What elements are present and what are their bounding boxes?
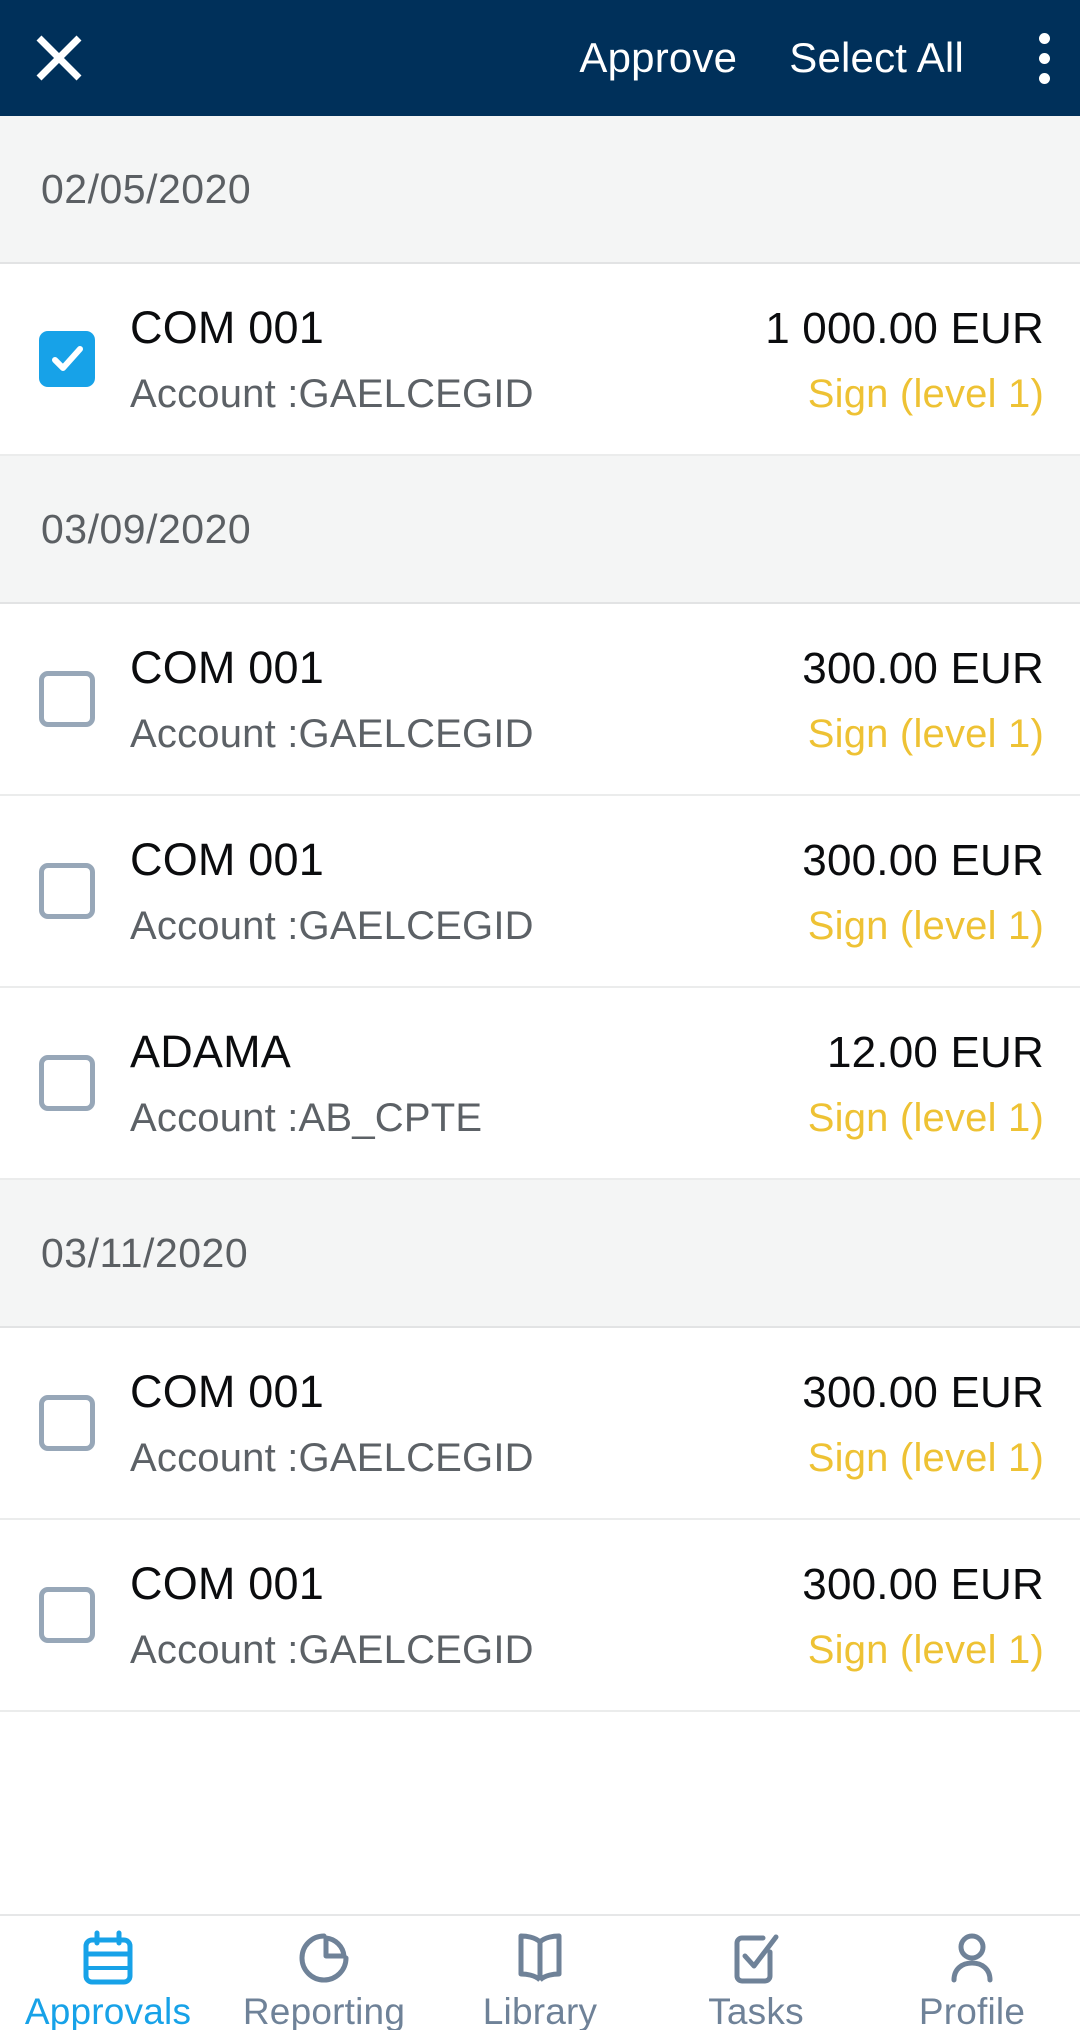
- row-secondary-line: Account :GAELCEGID Sign (level 1): [130, 372, 1044, 417]
- checkbox-unchecked[interactable]: [39, 1055, 95, 1111]
- row-account: Account :AB_CPTE: [130, 1095, 483, 1140]
- nav-label: Profile: [918, 1991, 1026, 2030]
- pie-chart-icon: [297, 1930, 351, 1986]
- row-amount: 300.00 EUR: [802, 1559, 1044, 1609]
- approval-row[interactable]: COM 001 1 000.00 EUR Account :GAELCEGID Sig…: [0, 264, 1080, 456]
- row-content: COM 001 300.00 EUR Account :GAELCEGID Sign …: [130, 1366, 1080, 1481]
- nav-item-approvals[interactable]: Approvals: [0, 1916, 216, 2030]
- more-vertical-icon: [1038, 32, 1050, 44]
- overflow-menu-button[interactable]: [1008, 0, 1080, 116]
- row-amount: 300.00 EUR: [802, 1367, 1044, 1417]
- row-checkbox-cell[interactable]: [0, 671, 130, 727]
- nav-item-reporting[interactable]: Reporting: [216, 1916, 432, 2030]
- nav-label: Library: [482, 1991, 598, 2030]
- row-content: COM 001 1 000.00 EUR Account :GAELCEGID Sig…: [130, 302, 1080, 417]
- calendar-icon: [81, 1930, 135, 1986]
- date-section-header: 03/11/2020: [0, 1180, 1080, 1328]
- row-title: COM 001: [130, 833, 324, 885]
- date-label: 03/09/2020: [41, 505, 252, 552]
- row-status-sign-level[interactable]: Sign (level 1): [808, 1628, 1044, 1673]
- row-checkbox-cell[interactable]: [0, 1587, 130, 1643]
- row-checkbox-cell[interactable]: [0, 863, 130, 919]
- row-primary-line: COM 001 300.00 EUR: [130, 642, 1044, 694]
- row-secondary-line: Account :GAELCEGID Sign (level 1): [130, 1628, 1044, 1673]
- row-secondary-line: Account :GAELCEGID Sign (level 1): [130, 1436, 1044, 1481]
- person-icon: [945, 1930, 999, 1986]
- row-amount: 1 000.00 EUR: [765, 303, 1044, 353]
- row-title: ADAMA: [130, 1025, 292, 1077]
- more-vertical-icon: [1038, 72, 1050, 84]
- row-title: COM 001: [130, 641, 324, 693]
- row-primary-line: COM 001 300.00 EUR: [130, 1558, 1044, 1610]
- bottom-navigation: Approvals Reporting Library Tasks Profile: [0, 1914, 1080, 2030]
- row-primary-line: COM 001 300.00 EUR: [130, 834, 1044, 886]
- date-label: 02/05/2020: [41, 165, 252, 212]
- approve-button[interactable]: Approve: [579, 34, 737, 82]
- row-secondary-line: Account :GAELCEGID Sign (level 1): [130, 712, 1044, 757]
- row-content: ADAMA 12.00 EUR Account :AB_CPTE Sign (leve…: [130, 1026, 1080, 1141]
- row-status-sign-level[interactable]: Sign (level 1): [808, 712, 1044, 757]
- checkbox-checked[interactable]: [39, 331, 95, 387]
- row-content: COM 001 300.00 EUR Account :GAELCEGID Sign …: [130, 642, 1080, 757]
- row-account: Account :GAELCEGID: [130, 371, 534, 416]
- row-content: COM 001 300.00 EUR Account :GAELCEGID Sign …: [130, 834, 1080, 949]
- row-primary-line: ADAMA 12.00 EUR: [130, 1026, 1044, 1078]
- row-status-sign-level[interactable]: Sign (level 1): [808, 1436, 1044, 1481]
- row-status-sign-level[interactable]: Sign (level 1): [808, 372, 1044, 417]
- approvals-screen: Approve Select All 02/05/2020 COM 001 1 00…: [0, 0, 1080, 2030]
- nav-item-library[interactable]: Library: [432, 1916, 648, 2030]
- row-title: COM 001: [130, 1365, 324, 1417]
- nav-label: Reporting: [242, 1991, 406, 2030]
- date-section-header: 02/05/2020: [0, 116, 1080, 264]
- row-checkbox-cell[interactable]: [0, 1395, 130, 1451]
- row-secondary-line: Account :GAELCEGID Sign (level 1): [130, 904, 1044, 949]
- row-primary-line: COM 001 1 000.00 EUR: [130, 302, 1044, 354]
- approval-row[interactable]: COM 001 300.00 EUR Account :GAELCEGID Sign …: [0, 796, 1080, 988]
- row-title: COM 001: [130, 301, 324, 353]
- select-all-button[interactable]: Select All: [789, 34, 964, 82]
- nav-label: Tasks: [708, 1991, 804, 2030]
- row-account: Account :GAELCEGID: [130, 1627, 534, 1672]
- row-account: Account :GAELCEGID: [130, 711, 534, 756]
- nav-item-profile[interactable]: Profile: [864, 1916, 1080, 2030]
- top-app-bar: Approve Select All: [0, 0, 1080, 116]
- nav-item-tasks[interactable]: Tasks: [648, 1916, 864, 2030]
- row-amount: 300.00 EUR: [802, 643, 1044, 693]
- row-status-sign-level[interactable]: Sign (level 1): [808, 904, 1044, 949]
- row-status-sign-level[interactable]: Sign (level 1): [808, 1096, 1044, 1141]
- row-checkbox-cell[interactable]: [0, 1055, 130, 1111]
- checkbox-unchecked[interactable]: [39, 863, 95, 919]
- row-amount: 300.00 EUR: [802, 835, 1044, 885]
- checklist-icon: [729, 1930, 783, 1986]
- close-button[interactable]: [0, 0, 118, 116]
- approval-list[interactable]: 02/05/2020 COM 001 1 000.00 EUR Account :GA…: [0, 116, 1080, 1914]
- nav-label: Approvals: [24, 1991, 192, 2030]
- date-label: 03/11/2020: [41, 1229, 249, 1276]
- approval-row[interactable]: ADAMA 12.00 EUR Account :AB_CPTE Sign (leve…: [0, 988, 1080, 1180]
- more-vertical-icon: [1038, 52, 1050, 64]
- checkbox-unchecked[interactable]: [39, 1587, 95, 1643]
- checkbox-unchecked[interactable]: [39, 671, 95, 727]
- row-checkbox-cell[interactable]: [0, 331, 130, 387]
- approval-row[interactable]: COM 001 300.00 EUR Account :GAELCEGID Sign …: [0, 604, 1080, 796]
- row-primary-line: COM 001 300.00 EUR: [130, 1366, 1044, 1418]
- checkbox-unchecked[interactable]: [39, 1395, 95, 1451]
- approval-row[interactable]: COM 001 300.00 EUR Account :GAELCEGID Sign …: [0, 1520, 1080, 1712]
- row-amount: 12.00 EUR: [826, 1027, 1044, 1077]
- approval-row[interactable]: COM 001 300.00 EUR Account :GAELCEGID Sign …: [0, 1328, 1080, 1520]
- row-secondary-line: Account :AB_CPTE Sign (level 1): [130, 1096, 1044, 1141]
- row-title: COM 001: [130, 1557, 324, 1609]
- close-icon: [33, 32, 85, 84]
- row-content: COM 001 300.00 EUR Account :GAELCEGID Sign …: [130, 1558, 1080, 1673]
- date-section-header: 03/09/2020: [0, 456, 1080, 604]
- row-account: Account :GAELCEGID: [130, 903, 534, 948]
- book-icon: [513, 1930, 567, 1986]
- row-account: Account :GAELCEGID: [130, 1435, 534, 1480]
